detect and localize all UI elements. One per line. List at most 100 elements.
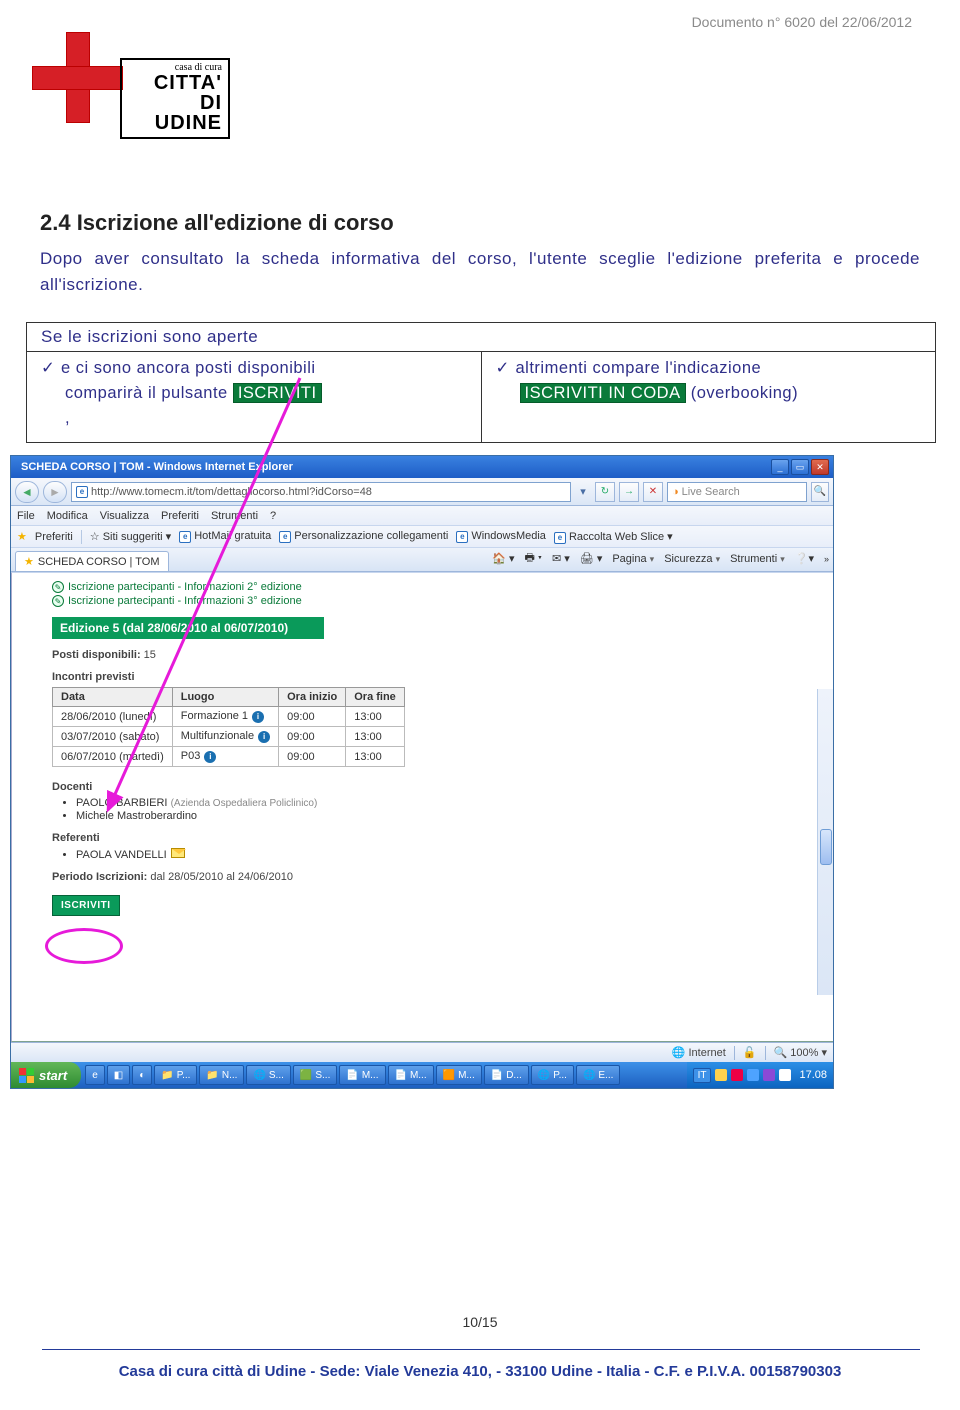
tray-icon[interactable] (715, 1069, 727, 1081)
menu-favorites[interactable]: Preferiti (161, 510, 199, 522)
posti-label: Posti disponibili: 15 (52, 649, 823, 661)
footer-divider (42, 1349, 920, 1350)
section-paragraph: Dopo aver consultato la scheda informati… (40, 246, 920, 297)
incontri-label: Incontri previsti (52, 671, 823, 683)
start-button[interactable]: start (11, 1062, 81, 1088)
address-bar[interactable]: e http://www.tomecm.it/tom/dettagliocors… (71, 482, 571, 502)
task-item[interactable]: 🌐 S... (246, 1065, 290, 1085)
protected-mode-icon: 🔓 (743, 1046, 757, 1059)
referenti-label: Referenti (52, 832, 823, 844)
iscriviti-button[interactable]: ISCRIVITI (52, 895, 120, 916)
menu-view[interactable]: Visualizza (100, 510, 149, 522)
browser-screenshot: SCHEDA CORSO | TOM - Windows Internet Ex… (10, 455, 834, 1089)
tool-strumenti[interactable]: Strumenti ▾ (730, 553, 785, 565)
col-inizio: Ora inizio (279, 688, 346, 707)
search-button[interactable]: 🔍 (811, 482, 829, 502)
maximize-button[interactable]: ▭ (791, 459, 809, 475)
col-fine: Ora fine (346, 688, 405, 707)
info-box-right: ✓altrimenti compare l'indicazione ISCRIV… (482, 352, 936, 442)
docenti-list: PAOLO BARBIERI (Azienda Ospedaliera Poli… (76, 797, 823, 822)
menu-edit[interactable]: Modifica (47, 510, 88, 522)
menu-tools[interactable]: Strumenti (211, 510, 258, 522)
periodo-value: dal 28/05/2010 al 24/06/2010 (150, 871, 293, 883)
iscriviti-badge: ISCRIVITI (233, 383, 322, 403)
refresh-button[interactable]: ↻ (595, 482, 615, 502)
tab-bar: ★ SCHEDA CORSO | TOM 🏠 ▾ 🖶 ▾ ✉ ▾ 🖨 ▾ Pag… (11, 548, 833, 572)
task-item[interactable]: 📁 N... (199, 1065, 244, 1085)
table-row: 03/07/2010 (sabato) Multifunzionalei 09:… (53, 727, 405, 747)
tray-icon[interactable] (779, 1069, 791, 1081)
clock: 17.08 (799, 1069, 827, 1081)
home-button[interactable]: 🏠 ▾ (492, 552, 514, 565)
quicklaunch-icon[interactable]: e (85, 1065, 105, 1085)
address-dropdown[interactable]: ▾ (575, 485, 591, 498)
page-number: 10/15 (0, 1314, 960, 1330)
task-item[interactable]: 📄 D... (484, 1065, 529, 1085)
favlink-webslice[interactable]: eRaccolta Web Slice ▾ (554, 530, 673, 544)
task-item[interactable]: 🟧 M... (436, 1065, 482, 1085)
menu-file[interactable]: File (17, 510, 35, 522)
task-item[interactable]: 🌐 E... (576, 1065, 620, 1085)
info-icon[interactable]: i (258, 731, 270, 743)
forward-button[interactable]: ► (43, 481, 67, 503)
browser-tab[interactable]: ★ SCHEDA CORSO | TOM (15, 551, 169, 571)
language-indicator[interactable]: IT (693, 1068, 712, 1083)
left-comma: , (41, 406, 467, 431)
tool-sicurezza[interactable]: Sicurezza ▾ (664, 553, 720, 565)
tray-icon[interactable] (731, 1069, 743, 1081)
left-line1: e ci sono ancora posti disponibili (61, 359, 316, 377)
meetings-table: Data Luogo Ora inizio Ora fine 28/06/201… (52, 687, 405, 767)
right-tail: (overbooking) (691, 384, 798, 402)
docenti-label: Docenti (52, 781, 823, 793)
bing-icon: ◑ (672, 486, 679, 498)
print-button[interactable]: 🖨 ▾ (580, 552, 603, 565)
favlink-windowsmedia[interactable]: eWindowsMedia (456, 530, 546, 543)
zoom-level[interactable]: 🔍 100% ▾ (774, 1046, 827, 1059)
minimize-button[interactable]: _ (771, 459, 789, 475)
info-icon[interactable]: i (252, 711, 264, 723)
vertical-scrollbar[interactable] (817, 689, 833, 995)
favlink-hotmail[interactable]: eHotMail gratuita (179, 530, 271, 543)
mail-icon[interactable] (171, 848, 185, 858)
edition-header: Edizione 5 (dal 28/06/2010 al 06/07/2010… (52, 617, 324, 639)
close-button[interactable]: ✕ (811, 459, 829, 475)
enrollment-link-2[interactable]: ✎Iscrizione partecipanti - Informazioni … (52, 581, 823, 593)
titlebar: SCHEDA CORSO | TOM - Windows Internet Ex… (11, 456, 833, 478)
mail-button[interactable]: ✉ ▾ (552, 552, 570, 565)
menu-help[interactable]: ? (270, 510, 276, 522)
go-button[interactable]: → (619, 482, 639, 502)
back-button[interactable]: ◄ (15, 481, 39, 503)
red-cross-icon (30, 30, 125, 125)
tray-icon[interactable] (763, 1069, 775, 1081)
check-icon: ✓ (41, 356, 61, 381)
page-content: ✎Iscrizione partecipanti - Informazioni … (11, 572, 833, 1042)
col-data: Data (53, 688, 173, 707)
enrollment-link-3[interactable]: ✎Iscrizione partecipanti - Informazioni … (52, 595, 823, 607)
suggested-sites[interactable]: ☆ Siti suggeriti ▾ (90, 530, 171, 543)
logo-line2: CITTA' (128, 73, 222, 93)
tray-icon[interactable] (747, 1069, 759, 1081)
quicklaunch-icon[interactable]: ◐ (132, 1065, 152, 1085)
search-box[interactable]: ◑ Live Search (667, 482, 807, 502)
referenti-list: PAOLA VANDELLI (76, 848, 823, 861)
task-item[interactable]: 🌐 P... (531, 1065, 574, 1085)
task-item[interactable]: 📄 M... (339, 1065, 385, 1085)
favorites-label[interactable]: Preferiti (35, 531, 73, 543)
footer-text: Casa di cura città di Udine - Sede: Vial… (0, 1363, 960, 1380)
tool-pagina[interactable]: Pagina ▾ (612, 553, 654, 565)
task-item[interactable]: 📁 P... (154, 1065, 197, 1085)
task-item[interactable]: 📄 M... (388, 1065, 434, 1085)
tool-help[interactable]: ❔▾ (795, 552, 814, 565)
stop-button[interactable]: ✕ (643, 482, 663, 502)
favorites-bar: ★ Preferiti ☆ Siti suggeriti ▾ eHotMail … (11, 526, 833, 548)
scroll-thumb[interactable] (820, 829, 832, 865)
quicklaunch-icon[interactable]: ◧ (107, 1065, 130, 1085)
star-icon[interactable]: ★ (17, 530, 27, 543)
windows-logo-icon (19, 1068, 34, 1083)
task-buttons: e ◧ ◐ 📁 P... 📁 N... 🌐 S... 🟩 S... 📄 M...… (85, 1065, 620, 1085)
favlink-personalize[interactable]: ePersonalizzazione collegamenti (279, 530, 448, 543)
info-icon[interactable]: i (204, 751, 216, 763)
info-box-left: ✓e ci sono ancora posti disponibili comp… (27, 352, 482, 442)
feeds-button[interactable]: 🖶 ▾ (524, 549, 542, 568)
task-item[interactable]: 🟩 S... (293, 1065, 337, 1085)
